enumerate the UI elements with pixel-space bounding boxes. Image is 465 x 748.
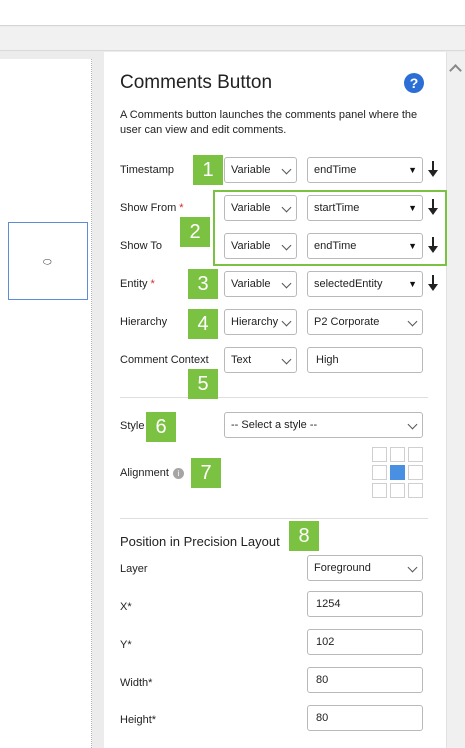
chevron-down-icon bbox=[407, 562, 418, 573]
width-label: Width* bbox=[120, 677, 153, 689]
entity-type-select[interactable]: Variable bbox=[224, 271, 297, 297]
height-input[interactable]: 80 bbox=[307, 705, 423, 731]
section-divider bbox=[120, 518, 428, 519]
precision-layout-title: Position in Precision Layout bbox=[120, 534, 280, 549]
align-bottom-left[interactable] bbox=[372, 483, 387, 498]
timestamp-type-select[interactable]: Variable bbox=[224, 157, 297, 183]
chevron-down-icon bbox=[407, 316, 418, 327]
comment-bubble-icon: ⬭ bbox=[43, 257, 52, 268]
timestamp-label: Timestamp bbox=[120, 164, 174, 176]
caret-down-icon: ▼ bbox=[408, 279, 417, 289]
callout-badge-3: 3 bbox=[188, 269, 218, 299]
comment-context-label: Comment Context bbox=[120, 354, 209, 366]
show-from-label: Show From * bbox=[120, 202, 184, 214]
chevron-down-icon bbox=[281, 278, 292, 289]
timestamp-value-select[interactable]: endTime ▼ bbox=[307, 157, 423, 183]
caret-down-icon: ▼ bbox=[408, 165, 417, 175]
y-label: Y* bbox=[120, 639, 132, 651]
layer-select[interactable]: Foreground bbox=[307, 555, 423, 581]
callout-badge-1: 1 bbox=[193, 155, 223, 185]
info-icon[interactable]: i bbox=[172, 468, 184, 479]
scroll-up-icon[interactable] bbox=[449, 64, 462, 77]
callout-badge-6: 6 bbox=[146, 412, 176, 442]
help-icon[interactable]: ? bbox=[404, 73, 424, 93]
entity-label: Entity * bbox=[120, 278, 155, 290]
callout-badge-2: 2 bbox=[180, 217, 210, 247]
style-label: Style bbox=[120, 420, 145, 432]
hierarchy-value-select[interactable]: P2 Corporate bbox=[307, 309, 423, 335]
callout-badge-8: 8 bbox=[289, 521, 319, 551]
height-label: Height* bbox=[120, 714, 157, 726]
x-input[interactable]: 1254 bbox=[307, 591, 423, 617]
width-input[interactable]: 80 bbox=[307, 667, 423, 693]
show-range-highlight bbox=[213, 190, 447, 266]
align-bottom-center[interactable] bbox=[390, 483, 405, 498]
hierarchy-type-select[interactable]: Hierarchy bbox=[224, 309, 297, 335]
align-middle-left[interactable] bbox=[372, 465, 387, 480]
app-top-bar bbox=[0, 0, 465, 26]
style-select[interactable]: -- Select a style -- bbox=[224, 412, 423, 438]
show-to-label: Show To bbox=[120, 240, 162, 252]
callout-badge-4: 4 bbox=[188, 309, 218, 339]
align-top-left[interactable] bbox=[372, 447, 387, 462]
alignment-label: Alignment i bbox=[120, 467, 184, 479]
chevron-down-icon bbox=[281, 354, 292, 365]
callout-badge-5: 5 bbox=[188, 369, 218, 399]
chevron-down-icon bbox=[281, 316, 292, 327]
download-arrow-icon[interactable] bbox=[427, 273, 439, 295]
comments-button-widget[interactable]: ⬭ bbox=[8, 222, 88, 300]
design-canvas[interactable]: ⬭ bbox=[0, 59, 92, 748]
align-middle-center[interactable] bbox=[390, 465, 405, 480]
app-toolbar bbox=[0, 27, 465, 51]
panel-title: Comments Button bbox=[120, 72, 273, 93]
panel-scrollbar[interactable] bbox=[446, 52, 465, 748]
x-label: X* bbox=[120, 601, 132, 613]
comment-context-input[interactable]: High bbox=[307, 347, 423, 373]
align-top-right[interactable] bbox=[408, 447, 423, 462]
panel-description: A Comments button launches the comments … bbox=[120, 109, 418, 136]
chevron-down-icon bbox=[407, 419, 418, 430]
align-bottom-right[interactable] bbox=[408, 483, 423, 498]
layer-label: Layer bbox=[120, 563, 148, 575]
align-middle-right[interactable] bbox=[408, 465, 423, 480]
chevron-down-icon bbox=[281, 164, 292, 175]
callout-badge-7: 7 bbox=[191, 458, 221, 488]
y-input[interactable]: 102 bbox=[307, 629, 423, 655]
comment-context-type-select[interactable]: Text bbox=[224, 347, 297, 373]
align-top-center[interactable] bbox=[390, 447, 405, 462]
hierarchy-label: Hierarchy bbox=[120, 316, 168, 328]
download-arrow-icon[interactable] bbox=[427, 159, 439, 181]
alignment-grid[interactable] bbox=[372, 447, 423, 498]
section-divider bbox=[120, 397, 428, 398]
entity-value-select[interactable]: selectedEntity ▼ bbox=[307, 271, 423, 297]
